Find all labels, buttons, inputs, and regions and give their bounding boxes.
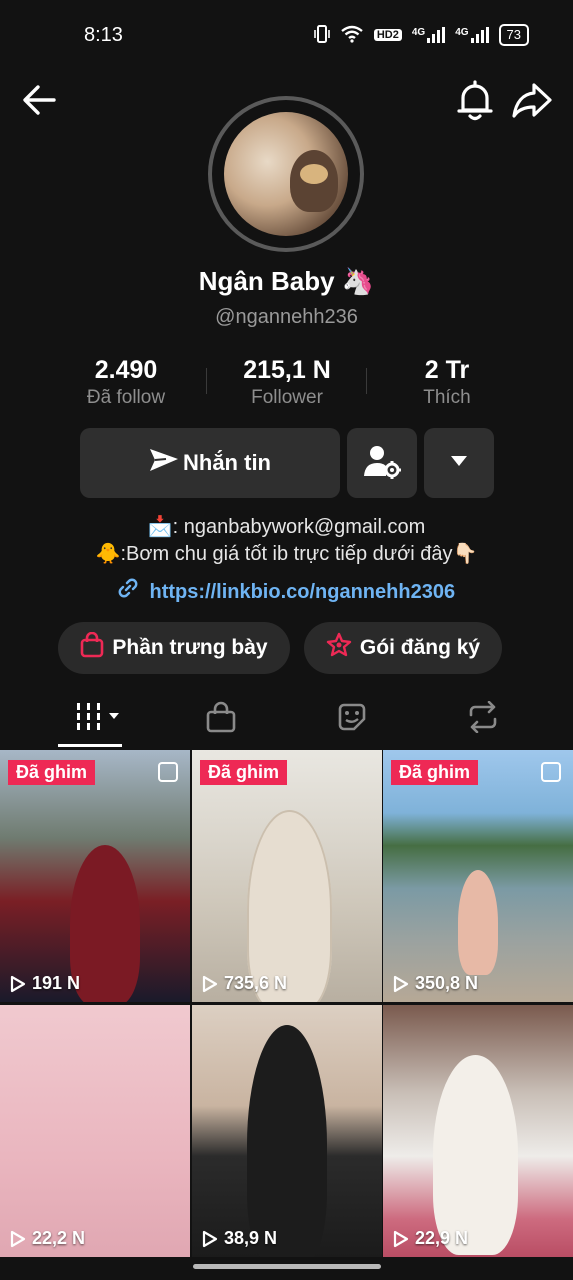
video-thumbnail[interactable]: 22,2 N xyxy=(0,1005,190,1257)
vibrate-icon xyxy=(314,24,330,46)
status-bar: 8:13 HD2 4G 4G 73 xyxy=(0,0,573,72)
hd-icon: HD2 xyxy=(373,29,402,41)
bio-line-promo: 🐥:Bơm chu giá tốt ib trực tiếp dưới đây👇… xyxy=(95,543,478,565)
subscription-button[interactable]: Gói đăng ký xyxy=(304,622,502,674)
video-thumbnail[interactable]: 22,9 N xyxy=(383,1005,573,1257)
shop-bag-icon xyxy=(205,701,237,738)
repost-icon xyxy=(466,700,500,738)
status-icons: HD2 4G 4G 73 xyxy=(314,24,529,46)
link-icon xyxy=(118,578,138,604)
stat-following-label: Đã follow xyxy=(86,387,166,408)
bio-link[interactable]: https://linkbio.co/ngannehh2306 xyxy=(0,578,573,604)
stat-following-value: 2.490 xyxy=(94,356,158,384)
tab-reposts[interactable] xyxy=(428,692,538,746)
stat-likes[interactable]: 2 Tr Thích xyxy=(377,356,517,409)
active-tab-underline xyxy=(58,744,122,747)
view-count-text: 350,8 N xyxy=(415,973,479,993)
wifi-icon xyxy=(340,25,364,46)
play-icon xyxy=(202,1230,218,1247)
network-type-1: 4G xyxy=(411,27,426,38)
view-count: 735,6 N xyxy=(202,973,287,994)
unicorn-emoji: 🦄 xyxy=(341,266,375,296)
tab-shop[interactable] xyxy=(166,692,276,746)
play-icon xyxy=(393,975,409,992)
network-type-2: 4G xyxy=(455,27,469,38)
video-thumbnail[interactable]: Đã ghim 191 N xyxy=(0,750,190,1002)
subscription-label: Gói đăng ký xyxy=(359,636,481,659)
stat-likes-value: 2 Tr xyxy=(424,356,470,384)
view-count: 38,9 N xyxy=(202,1228,277,1249)
thumbnail-figure xyxy=(247,1025,327,1257)
display-name: Ngân Baby xyxy=(198,266,335,296)
avatar[interactable] xyxy=(224,112,348,236)
tab-favorites[interactable] xyxy=(297,692,407,746)
user-settings-button[interactable] xyxy=(347,428,417,498)
battery-icon: 73 xyxy=(498,24,529,46)
shopping-bag-icon xyxy=(80,631,104,664)
view-count-text: 735,6 N xyxy=(224,973,288,993)
grid-icon xyxy=(75,701,125,738)
video-thumbnail[interactable]: Đã ghim 350,8 N xyxy=(383,750,573,1002)
stat-divider xyxy=(366,368,367,394)
view-count-text: 191 N xyxy=(32,973,81,993)
play-icon xyxy=(202,975,218,992)
bio-line-email: 📩: nganbabywork@gmail.com xyxy=(147,516,426,538)
back-arrow-icon[interactable] xyxy=(20,80,60,120)
play-icon xyxy=(393,1230,409,1247)
video-thumbnail[interactable]: 38,9 N xyxy=(192,1005,382,1257)
view-count: 191 N xyxy=(10,973,80,994)
view-count: 22,9 N xyxy=(393,1228,468,1249)
profile-name: Ngân Baby 🦄 xyxy=(0,266,573,297)
view-count-text: 22,2 N xyxy=(32,1228,86,1248)
stat-following[interactable]: 2.490 Đã follow xyxy=(56,356,196,409)
avatar-plush-toy xyxy=(290,150,338,212)
view-count: 350,8 N xyxy=(393,973,478,994)
showcase-button[interactable]: Phần trưng bày xyxy=(58,622,290,674)
message-button-label: Nhắn tin xyxy=(183,450,271,475)
pinned-badge: Đã ghim xyxy=(200,760,288,785)
profile-bio: 📩: nganbabywork@gmail.com 🐥:Bơm chu giá … xyxy=(0,514,573,568)
more-dropdown-button[interactable] xyxy=(424,428,494,498)
multi-image-icon xyxy=(541,762,561,782)
showcase-label: Phần trưng bày xyxy=(112,636,268,659)
view-count: 22,2 N xyxy=(10,1228,85,1249)
stat-followers-label: Follower xyxy=(251,387,323,408)
bell-icon[interactable] xyxy=(455,78,495,122)
signal-icon-2: 4G xyxy=(455,27,489,43)
stat-followers-value: 215,1 N xyxy=(243,356,331,384)
thumbnail-figure xyxy=(458,870,498,975)
tab-videos[interactable] xyxy=(45,692,155,746)
thumbnail-figure xyxy=(433,1055,518,1255)
subscription-star-icon xyxy=(326,632,352,664)
home-indicator[interactable] xyxy=(193,1264,381,1269)
send-icon xyxy=(149,447,179,479)
sticker-icon xyxy=(336,701,368,738)
view-count-text: 22,9 N xyxy=(415,1228,469,1248)
signal-icon-1: 4G xyxy=(411,27,446,43)
pinned-badge: Đã ghim xyxy=(8,760,96,785)
message-button[interactable]: Nhắn tin xyxy=(80,428,340,498)
user-gear-icon xyxy=(363,443,401,484)
pinned-badge: Đã ghim xyxy=(391,760,479,785)
stat-followers[interactable]: 215,1 N Follower xyxy=(217,356,357,409)
multi-image-icon xyxy=(158,762,178,782)
video-grid: Đã ghim 191 N Đã ghim 735,6 N Đã ghim 35… xyxy=(0,750,573,1257)
content-tabs xyxy=(0,692,573,750)
bio-link-text: https://linkbio.co/ngannehh2306 xyxy=(149,581,456,603)
play-icon xyxy=(10,1230,26,1247)
video-thumbnail[interactable]: Đã ghim 735,6 N xyxy=(192,750,382,1002)
view-count-text: 38,9 N xyxy=(224,1228,278,1248)
caret-down-icon xyxy=(450,454,468,472)
avatar-ring[interactable] xyxy=(208,96,364,252)
profile-handle[interactable]: @ngannehh236 xyxy=(0,306,573,329)
share-icon[interactable] xyxy=(510,80,554,120)
stat-likes-label: Thích xyxy=(423,387,471,408)
play-icon xyxy=(10,975,26,992)
status-time: 8:13 xyxy=(84,24,123,46)
thumbnail-figure xyxy=(70,845,140,1002)
stat-divider xyxy=(206,368,207,394)
